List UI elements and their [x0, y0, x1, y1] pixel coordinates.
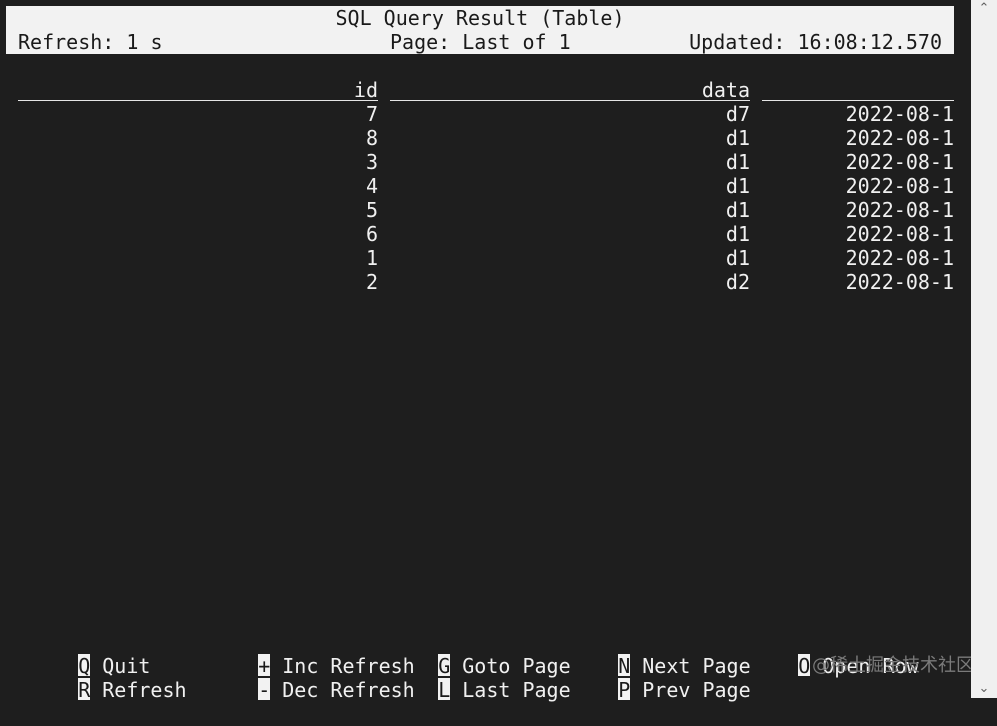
column-header-timestamp[interactable]	[762, 78, 954, 101]
dec-refresh-key-cap: -	[258, 678, 271, 702]
cell-timestamp: 2022-08-1	[845, 102, 954, 126]
cell-timestamp: 2022-08-1	[845, 198, 954, 222]
table-row[interactable]: 2 d2 2022-08-1	[18, 270, 954, 294]
terminal-window: SQL Query Result (Table) Refresh: 1 s Pa…	[0, 0, 974, 702]
refresh-interval: Refresh: 1 s	[18, 30, 163, 54]
cell-id: 4	[365, 174, 378, 198]
open-row-key-cap: O	[798, 654, 811, 678]
prev-page-key[interactable]: P Prev Page	[546, 654, 751, 702]
cell-data: d1	[725, 198, 750, 222]
cell-data: d2	[725, 270, 750, 294]
table-row[interactable]: 3 d1 2022-08-1	[18, 150, 954, 174]
cell-timestamp: 2022-08-1	[845, 246, 954, 270]
table-row[interactable]: 8 d1 2022-08-1	[18, 126, 954, 150]
header-bar: SQL Query Result (Table) Refresh: 1 s Pa…	[6, 6, 954, 54]
cell-data: d1	[725, 222, 750, 246]
scrollbar-thumb[interactable]	[978, 18, 990, 678]
cell-timestamp: 2022-08-1	[845, 150, 954, 174]
prev-page-key-cap: P	[618, 678, 631, 702]
cell-data: d1	[725, 150, 750, 174]
next-page-key[interactable]: N Next Page	[546, 630, 751, 678]
table-row[interactable]: 7 d7 2022-08-1	[18, 102, 954, 126]
page-indicator: Page: Last of 1	[390, 30, 571, 54]
refresh-key-label: Refresh	[102, 678, 187, 702]
cell-id: 2	[365, 270, 378, 294]
cell-id: 7	[365, 102, 378, 126]
table-body: 7 d7 2022-08-1 8 d1 2022-08-1 3 d1 2022-…	[18, 102, 954, 294]
column-header-data[interactable]: data	[390, 78, 750, 102]
watermark: @稀土掘金技术社区	[812, 655, 974, 676]
table-row[interactable]: 6 d1 2022-08-1	[18, 222, 954, 246]
cell-data: d1	[725, 174, 750, 198]
cell-id: 3	[365, 150, 378, 174]
cell-timestamp: 2022-08-1	[845, 126, 954, 150]
table-row[interactable]: 4 d1 2022-08-1	[18, 174, 954, 198]
last-page-key[interactable]: L Last Page	[366, 654, 571, 702]
cell-data: d1	[725, 126, 750, 150]
goto-page-key[interactable]: G Goto Page	[366, 630, 571, 678]
cell-timestamp: 2022-08-1	[845, 270, 954, 294]
cell-id: 5	[365, 198, 378, 222]
quit-key[interactable]: Q Quit	[6, 630, 150, 678]
page-title: SQL Query Result (Table)	[335, 6, 625, 30]
cell-id: 8	[365, 126, 378, 150]
table-row[interactable]: 5 d1 2022-08-1	[18, 198, 954, 222]
updated-timestamp: Updated: 16:08:12.570	[689, 30, 942, 54]
cell-timestamp: 2022-08-1	[845, 222, 954, 246]
cell-id: 6	[365, 222, 378, 246]
cell-timestamp: 2022-08-1	[845, 174, 954, 198]
cell-data: d7	[725, 102, 750, 126]
cell-id: 1	[365, 246, 378, 270]
open-row-key[interactable]: O Open Row	[726, 630, 919, 678]
cell-data: d1	[725, 246, 750, 270]
table-row[interactable]: 1 d1 2022-08-1	[18, 246, 954, 270]
refresh-key[interactable]: R Refresh	[6, 654, 187, 702]
last-page-key-cap: L	[438, 678, 451, 702]
chevron-up-icon[interactable]: ⌃	[971, 0, 997, 18]
column-header-id[interactable]: id	[18, 78, 378, 102]
refresh-key-cap: R	[78, 678, 91, 702]
chevron-down-icon[interactable]: ⌄	[971, 680, 997, 698]
keybinding-bar: Q Quit R Refresh + Inc Refresh - Dec Refresh…	[6, 630, 946, 702]
vertical-scrollbar[interactable]: ⌃ ⌄	[971, 0, 997, 698]
